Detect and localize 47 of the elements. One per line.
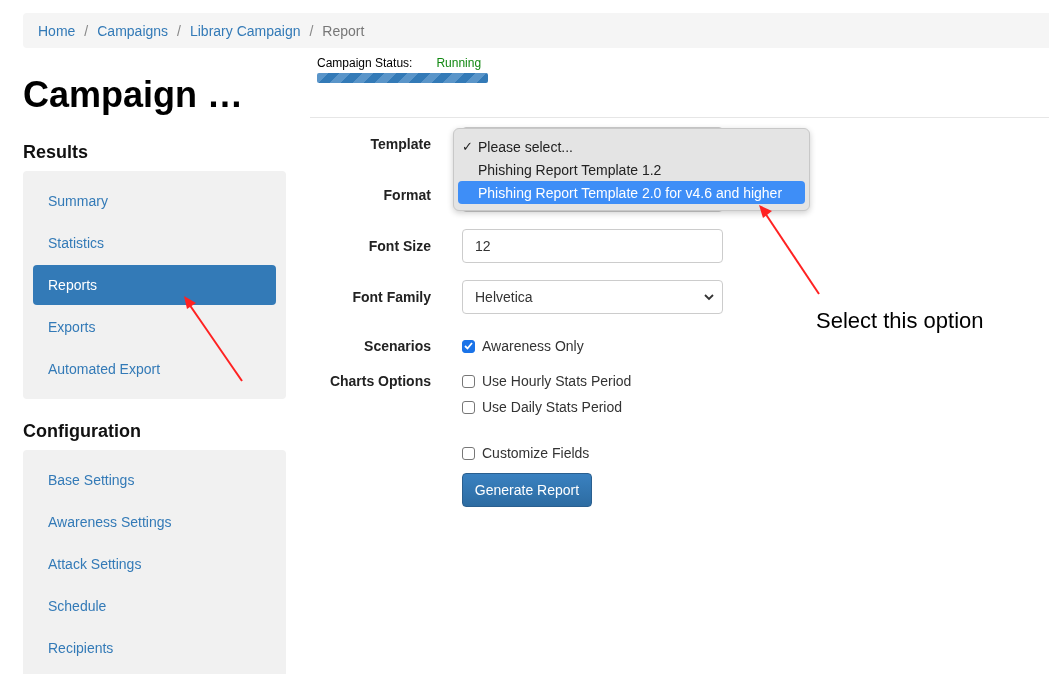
field-label: Scenarios [363, 338, 431, 354]
breadcrumb-link[interactable]: Campaigns [97, 22, 169, 39]
select-field[interactable]: Helvetica [462, 280, 723, 314]
breadcrumb-link[interactable]: Home [38, 22, 76, 39]
select-value: Helvetica [475, 289, 533, 305]
generate-report-button[interactable]: Generate Report [462, 473, 592, 507]
page-title: Campaign … [23, 73, 245, 117]
breadcrumb-separator: / [176, 22, 182, 39]
sidebar-item[interactable]: Statistics [33, 223, 276, 263]
checkbox[interactable] [462, 446, 475, 460]
dropdown-option[interactable]: ✓ Please select... [458, 135, 805, 158]
checkbox[interactable] [462, 339, 475, 353]
breadcrumb-current: Report [322, 22, 365, 39]
sidebar-item[interactable]: Exports [33, 307, 276, 347]
sidebar-heading: Configuration [23, 421, 142, 442]
field-label: Template [369, 136, 431, 152]
sidebar-item[interactable]: Base Settings [33, 460, 276, 500]
status-value: Running [436, 56, 482, 70]
breadcrumb-link[interactable]: Library Campaign [189, 22, 301, 39]
dropdown-option[interactable]: Phishing Report Template 2.0 for v4.6 and higher [458, 181, 805, 204]
field-label: Font Family [351, 289, 431, 305]
sidebar-item[interactable]: Summary [33, 181, 276, 221]
field-label: Charts Options [328, 373, 431, 389]
checkbox-option[interactable]: Awareness Only [462, 338, 584, 354]
input-field[interactable]: 12 [462, 229, 723, 263]
check-icon [464, 342, 473, 350]
field-label: Format [382, 187, 431, 203]
checkbox-option[interactable]: Customize Fields [462, 445, 590, 461]
sidebar-heading: Results [23, 142, 90, 163]
checkbox[interactable] [462, 400, 475, 414]
sidebar-item[interactable]: Awareness Settings [33, 502, 276, 542]
field-label: Font Size [367, 238, 431, 254]
sidebar-item[interactable]: Reports [33, 265, 276, 305]
annotation-text: Select this option [816, 308, 984, 334]
checkbox-option[interactable]: Use Daily Stats Period [462, 399, 632, 415]
checkbox-option[interactable]: Use Hourly Stats Period [462, 373, 632, 389]
checkmark: ✓ [462, 139, 474, 154]
breadcrumb-separator: / [83, 22, 90, 39]
sidebar-item[interactable]: Attack Settings [33, 544, 276, 584]
sidebar-item[interactable]: Automated Export [33, 349, 276, 389]
dropdown-option[interactable]: Phishing Report Template 1.2 [458, 158, 805, 181]
sidebar-item[interactable]: Schedule [33, 586, 276, 626]
caret-icon [704, 293, 714, 301]
breadcrumb-separator: / [308, 22, 315, 39]
sidebar-item[interactable]: Recipients [33, 628, 276, 668]
checkbox[interactable] [462, 374, 475, 388]
status-label: Campaign Status: [317, 56, 413, 70]
